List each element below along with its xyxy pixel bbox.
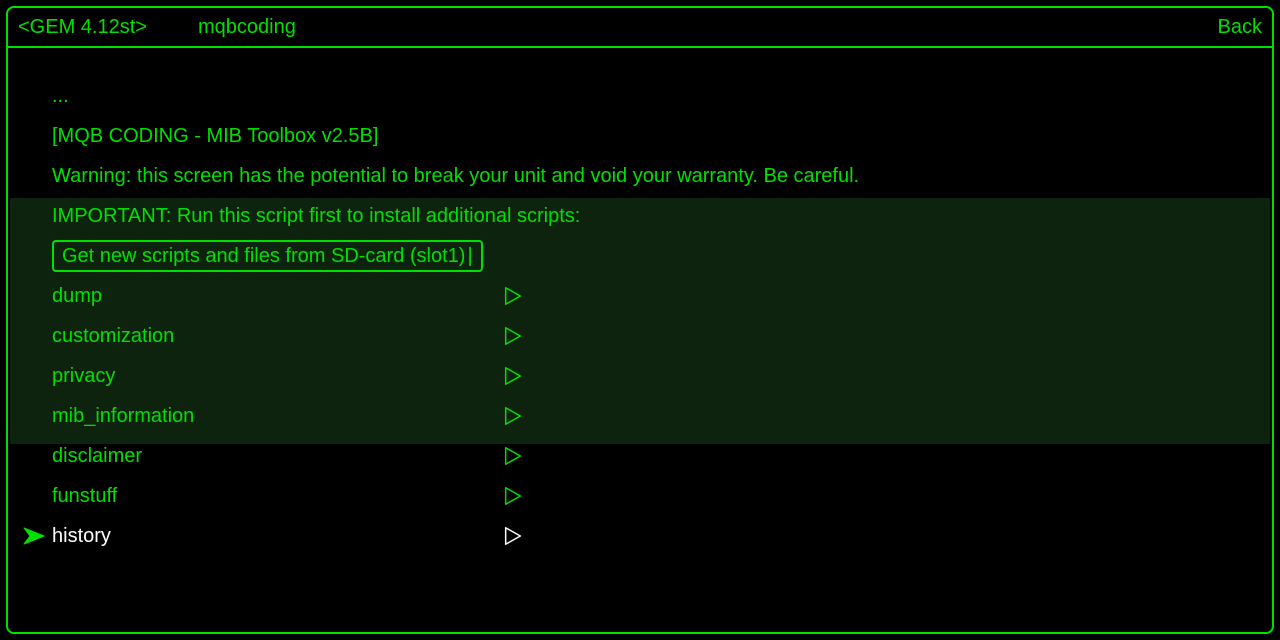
ellipsis-text: ...: [52, 85, 69, 108]
submenu-icon: [502, 485, 524, 507]
submenu-icon: [502, 525, 524, 547]
back-button[interactable]: Back: [1218, 16, 1262, 39]
menu-item-label: disclaimer: [52, 445, 502, 468]
menu-item-disclaimer[interactable]: disclaimer: [52, 436, 1272, 476]
menu-item-funstuff[interactable]: funstuff: [52, 476, 1272, 516]
banner-line: [MQB CODING - MIB Toolbox v2.5B]: [52, 116, 1272, 156]
menu-item-dump[interactable]: dump: [52, 276, 1272, 316]
menu-item-history[interactable]: history: [52, 516, 1272, 556]
warning-text: Warning: this screen has the potential t…: [52, 165, 859, 188]
menu-item-customization[interactable]: customization: [52, 316, 1272, 356]
boxed-button[interactable]: Get new scripts and files from SD-card (…: [52, 240, 483, 272]
submenu-icon: [502, 405, 524, 427]
app-subtitle: mqbcoding: [198, 16, 296, 39]
important-text: IMPORTANT: Run this script first to inst…: [52, 205, 580, 228]
banner-text: [MQB CODING - MIB Toolbox v2.5B]: [52, 125, 378, 148]
menu-item-label: dump: [52, 285, 502, 308]
menu-item-privacy[interactable]: privacy: [52, 356, 1272, 396]
menu-item-label: mib_information: [52, 405, 502, 428]
menu-item-mib-information[interactable]: mib_information: [52, 396, 1272, 436]
boxed-line[interactable]: Get new scripts and files from SD-card (…: [52, 236, 1272, 276]
submenu-icon: [502, 365, 524, 387]
important-line: IMPORTANT: Run this script first to inst…: [52, 196, 1272, 236]
screen-frame: <GEM 4.12st> mqbcoding Back ... [MQB COD…: [6, 6, 1274, 634]
menu-item-label: funstuff: [52, 485, 502, 508]
menu-item-label: history: [52, 525, 502, 548]
header-bar: <GEM 4.12st> mqbcoding Back: [8, 8, 1272, 48]
menu-item-label: privacy: [52, 365, 502, 388]
content: ... [MQB CODING - MIB Toolbox v2.5B] War…: [8, 76, 1272, 556]
submenu-icon: [502, 445, 524, 467]
app-title: <GEM 4.12st>: [18, 16, 198, 39]
body: ... [MQB CODING - MIB Toolbox v2.5B] War…: [8, 48, 1272, 632]
submenu-icon: [502, 325, 524, 347]
cursor-icon: [22, 524, 46, 548]
ellipsis-line: ...: [52, 76, 1272, 116]
menu-item-label: customization: [52, 325, 502, 348]
submenu-icon: [502, 285, 524, 307]
warning-line: Warning: this screen has the potential t…: [52, 156, 1272, 196]
